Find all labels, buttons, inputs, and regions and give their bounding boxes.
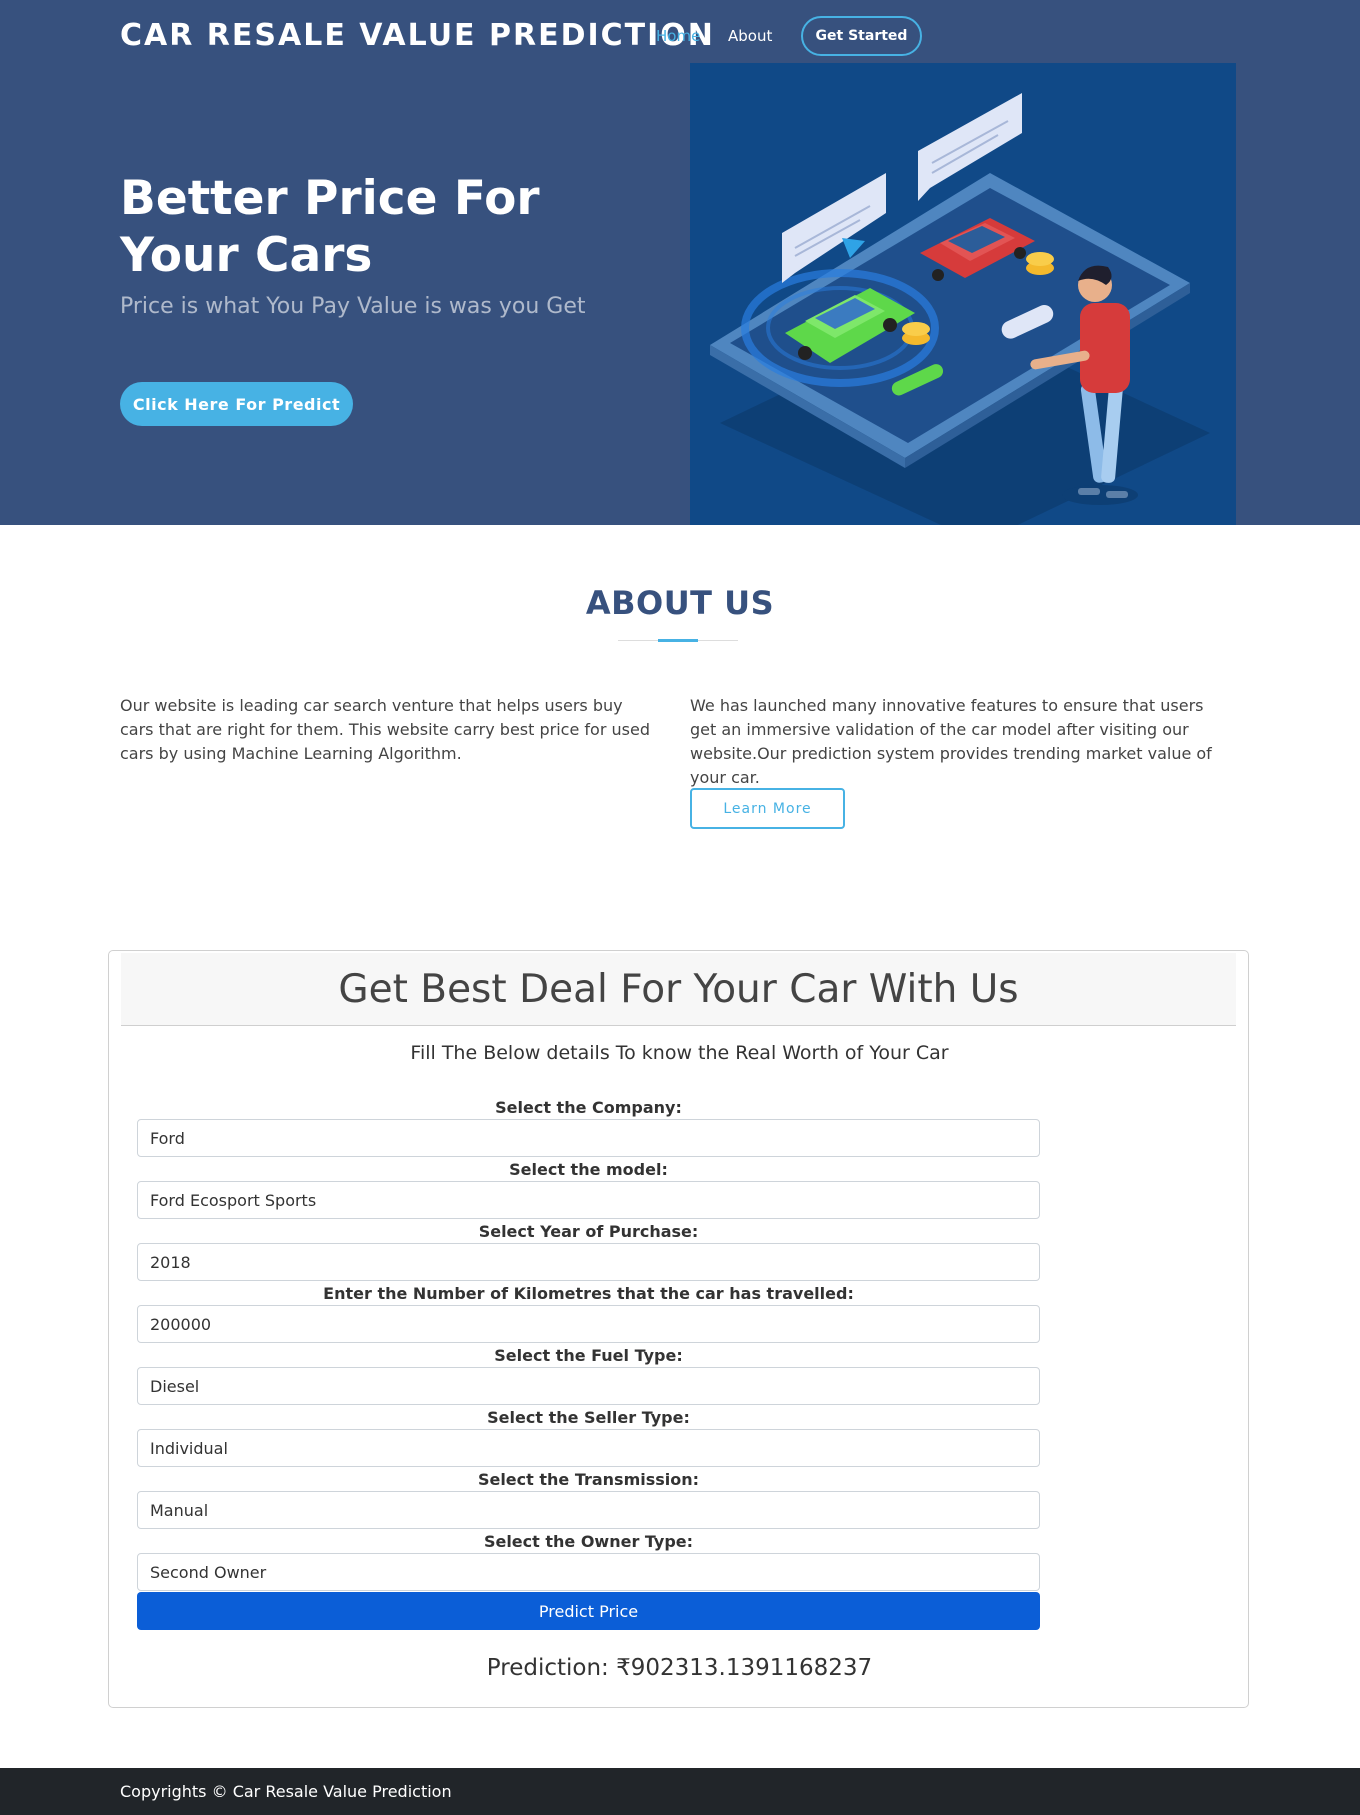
nav-link-about[interactable]: About bbox=[728, 25, 772, 47]
prediction-result: Prediction: ₹902313.1391168237 bbox=[486, 1655, 873, 1681]
about-text-left: Our website is leading car search ventur… bbox=[120, 696, 650, 763]
seller-type-label: Select the Seller Type: bbox=[487, 1408, 690, 1427]
seller-type-select[interactable]: Individual bbox=[137, 1429, 1040, 1467]
prediction-form-card: Get Best Deal For Your Car With Us Fill … bbox=[108, 950, 1249, 1708]
predict-cta-button[interactable]: Click Here For Predict bbox=[120, 382, 353, 426]
company-label: Select the Company: bbox=[495, 1098, 682, 1117]
learn-more-button[interactable]: Learn More bbox=[690, 788, 845, 829]
transmission-select[interactable]: Manual bbox=[137, 1491, 1040, 1529]
fuel-type-label: Select the Fuel Type: bbox=[494, 1346, 683, 1365]
form-subtitle: Fill The Below details To know the Real … bbox=[410, 1042, 949, 1064]
copyright-text: Copyrights © Car Resale Value Prediction bbox=[120, 1782, 452, 1801]
footer: Copyrights © Car Resale Value Prediction bbox=[0, 1768, 1360, 1815]
kilometres-label: Enter the Number of Kilometres that the … bbox=[323, 1284, 854, 1303]
about-divider-accent bbox=[658, 639, 698, 642]
predict-price-button[interactable]: Predict Price bbox=[137, 1592, 1040, 1630]
car-app-illustration-icon bbox=[710, 93, 1210, 525]
year-select[interactable]: 2018 bbox=[137, 1243, 1040, 1281]
owner-type-select[interactable]: Second Owner bbox=[137, 1553, 1040, 1591]
hero-illustration bbox=[690, 63, 1236, 525]
get-started-button[interactable]: Get Started bbox=[801, 16, 922, 56]
fuel-type-select[interactable]: Diesel bbox=[137, 1367, 1040, 1405]
hero-title: Better Price For Your Cars bbox=[120, 171, 540, 283]
nav-link-home[interactable]: Home bbox=[656, 25, 700, 47]
owner-type-label: Select the Owner Type: bbox=[483, 1532, 694, 1551]
transmission-label: Select the Transmission: bbox=[477, 1470, 700, 1489]
model-select[interactable]: Ford Ecosport Sports bbox=[137, 1181, 1040, 1219]
form-title: Get Best Deal For Your Car With Us bbox=[121, 953, 1236, 1026]
hero-subtitle: Price is what You Pay Value is was you G… bbox=[120, 294, 586, 319]
about-text-right: We has launched many innovative features… bbox=[690, 696, 1212, 787]
year-label: Select Year of Purchase: bbox=[478, 1222, 699, 1241]
site-brand[interactable]: CAR RESALE VALUE PREDICTION bbox=[120, 14, 715, 58]
about-title: ABOUT US bbox=[585, 584, 775, 622]
hero-section: CAR RESALE VALUE PREDICTION Home About G… bbox=[0, 0, 1360, 525]
kilometres-input[interactable]: 200000 bbox=[137, 1305, 1040, 1343]
company-select[interactable]: Ford bbox=[137, 1119, 1040, 1157]
model-label: Select the model: bbox=[509, 1160, 668, 1179]
